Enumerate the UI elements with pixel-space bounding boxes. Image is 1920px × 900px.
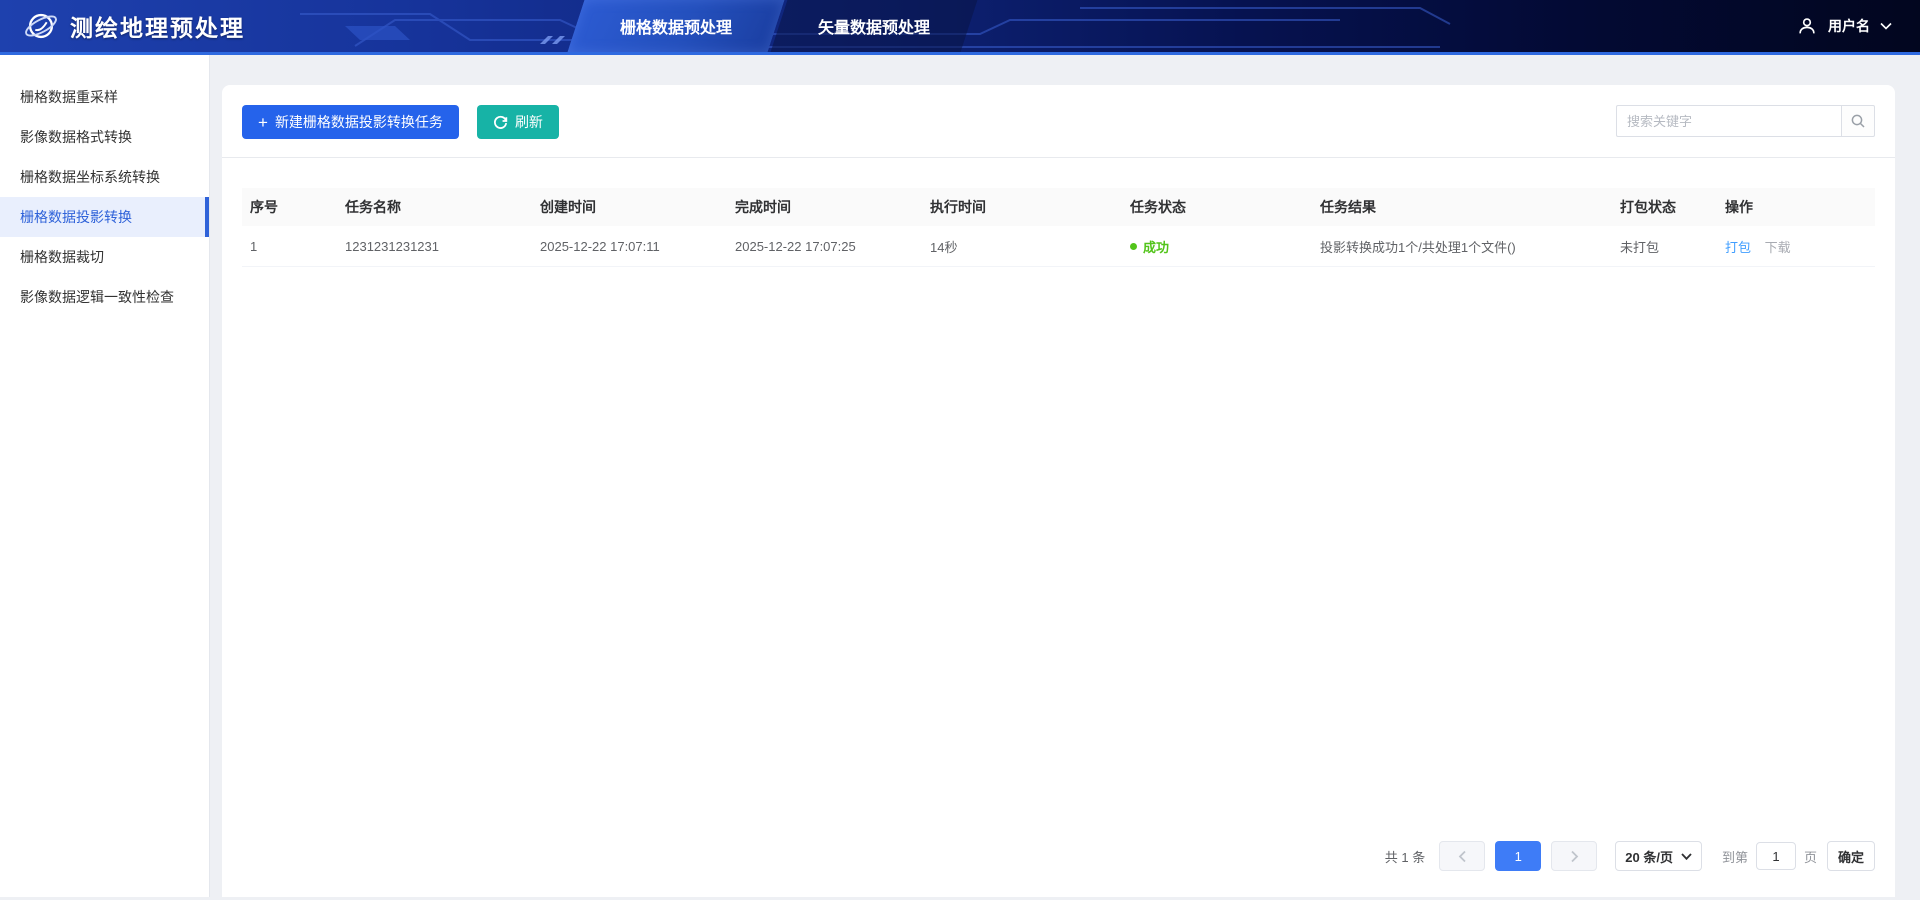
cell-task-name: 1231231231231 — [337, 226, 532, 267]
sidebar-item-label: 影像数据格式转换 — [20, 129, 132, 145]
tab-vector-preprocessing[interactable]: 矢量数据预处理 — [771, 0, 978, 52]
cell-actions: 打包 下载 — [1717, 226, 1875, 267]
content-card: + 新建栅格数据投影转换任务 刷新 — [222, 85, 1895, 897]
sidebar-item-label: 栅格数据坐标系统转换 — [20, 169, 160, 185]
refresh-icon — [493, 115, 508, 130]
app-header: 测绘地理预处理 栅格数据预处理 矢量数据预处理 用户名 — [0, 0, 1920, 55]
user-icon — [1796, 15, 1818, 37]
column-header-status: 任务状态 — [1122, 188, 1312, 226]
goto-page-input[interactable] — [1756, 842, 1796, 870]
next-page-button[interactable] — [1551, 841, 1597, 871]
table-header-row: 序号 任务名称 创建时间 完成时间 执行时间 任务状态 任务结果 打包状态 操作 — [242, 188, 1875, 226]
search-input[interactable] — [1616, 105, 1841, 137]
column-header-task-name: 任务名称 — [337, 188, 532, 226]
sidebar-item-image-format-convert[interactable]: 影像数据格式转换 — [0, 117, 209, 157]
search-bar — [1616, 105, 1875, 137]
goto-suffix-label: 页 — [1804, 847, 1817, 866]
column-header-actions: 操作 — [1717, 188, 1875, 226]
cell-duration: 14秒 — [922, 226, 1122, 267]
refresh-button[interactable]: 刷新 — [477, 105, 559, 139]
user-name: 用户名 — [1828, 16, 1870, 36]
page-number-button[interactable]: 1 — [1495, 841, 1541, 871]
column-header-created: 创建时间 — [532, 188, 727, 226]
pagination: 共 1 条 1 20 条/页 — [222, 841, 1895, 897]
column-header-index: 序号 — [242, 188, 337, 226]
tab-raster-label: 栅格数据预处理 — [620, 14, 732, 38]
goto-page-group: 到第 页 确定 — [1722, 841, 1875, 871]
chevron-left-icon — [1458, 850, 1467, 863]
goto-prefix-label: 到第 — [1722, 847, 1748, 866]
new-task-button-label: 新建栅格数据投影转换任务 — [275, 112, 443, 132]
sidebar-item-raster-resample[interactable]: 栅格数据重采样 — [0, 77, 209, 117]
sidebar-item-label: 影像数据逻辑一致性检查 — [20, 289, 174, 305]
refresh-button-label: 刷新 — [515, 112, 543, 132]
main-content: + 新建栅格数据投影转换任务 刷新 — [210, 55, 1920, 897]
search-button[interactable] — [1841, 105, 1875, 137]
status-dot-icon — [1130, 243, 1137, 250]
goto-confirm-button[interactable]: 确定 — [1827, 841, 1875, 871]
cell-status: 成功 — [1122, 226, 1312, 267]
tab-vector-label: 矢量数据预处理 — [818, 14, 930, 38]
page-size-select[interactable]: 20 条/页 — [1615, 841, 1702, 871]
task-table-wrap: 序号 任务名称 创建时间 完成时间 执行时间 任务状态 任务结果 打包状态 操作 — [242, 188, 1875, 267]
cell-index: 1 — [242, 226, 337, 267]
task-table: 序号 任务名称 创建时间 完成时间 执行时间 任务状态 任务结果 打包状态 操作 — [242, 188, 1875, 267]
toolbar-divider — [222, 157, 1895, 158]
app-logo: 测绘地理预处理 — [22, 0, 245, 52]
column-header-duration: 执行时间 — [922, 188, 1122, 226]
user-menu[interactable]: 用户名 — [1796, 0, 1892, 52]
status-badge: 成功 — [1143, 237, 1169, 256]
plus-icon: + — [258, 114, 268, 131]
chevron-right-icon — [1570, 850, 1579, 863]
tab-raster-preprocessing[interactable]: 栅格数据预处理 — [568, 0, 785, 52]
download-link[interactable]: 下载 — [1765, 240, 1791, 255]
top-tab-bar: 栅格数据预处理 矢量数据预处理 — [576, 0, 969, 52]
toolbar: + 新建栅格数据投影转换任务 刷新 — [222, 85, 1895, 157]
chevron-down-icon — [1681, 853, 1692, 860]
column-header-pack-status: 打包状态 — [1612, 188, 1717, 226]
page-size-label: 20 条/页 — [1625, 847, 1673, 866]
cell-created: 2025-12-22 17:07:11 — [532, 226, 727, 267]
search-icon — [1850, 113, 1866, 129]
cell-pack-status: 未打包 — [1612, 226, 1717, 267]
page-title: 测绘地理预处理 — [70, 9, 245, 43]
column-header-result: 任务结果 — [1312, 188, 1612, 226]
chevron-down-icon — [1880, 22, 1892, 30]
table-row: 1 1231231231231 2025-12-22 17:07:11 2025… — [242, 226, 1875, 267]
pagination-total: 共 1 条 — [1385, 847, 1425, 866]
app-logo-icon — [22, 7, 60, 45]
cell-result: 投影转换成功1个/共处理1个文件() — [1312, 226, 1612, 267]
new-task-button[interactable]: + 新建栅格数据投影转换任务 — [242, 105, 459, 139]
sidebar-item-image-logic-check[interactable]: 影像数据逻辑一致性检查 — [0, 277, 209, 317]
sidebar-item-label: 栅格数据投影转换 — [20, 209, 132, 225]
sidebar-item-label: 栅格数据裁切 — [20, 249, 104, 265]
sidebar-item-raster-coordinate-convert[interactable]: 栅格数据坐标系统转换 — [0, 157, 209, 197]
sidebar-item-label: 栅格数据重采样 — [20, 89, 118, 105]
sidebar-item-raster-projection-convert[interactable]: 栅格数据投影转换 — [0, 197, 209, 237]
prev-page-button[interactable] — [1439, 841, 1485, 871]
cell-finished: 2025-12-22 17:07:25 — [727, 226, 922, 267]
column-header-finished: 完成时间 — [727, 188, 922, 226]
pack-link[interactable]: 打包 — [1725, 240, 1751, 255]
sidebar-item-raster-clip[interactable]: 栅格数据裁切 — [0, 237, 209, 277]
sidebar: 栅格数据重采样 影像数据格式转换 栅格数据坐标系统转换 栅格数据投影转换 栅格数… — [0, 55, 210, 897]
